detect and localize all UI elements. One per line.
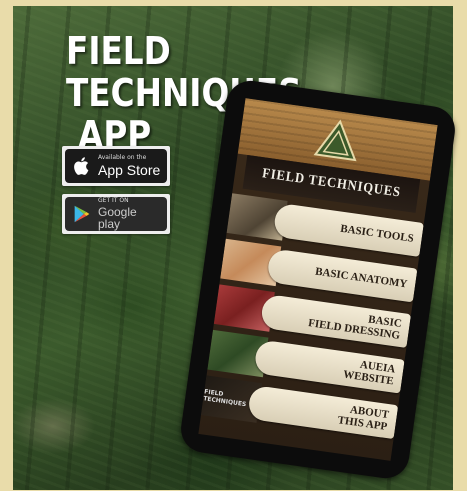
button-label: BASIC TOOLS — [339, 222, 415, 245]
google-play-badge-inner: GET IT ON Google play — [65, 197, 167, 231]
app-store-badge-inner: Available on the App Store — [65, 149, 167, 183]
apple-icon — [74, 157, 89, 175]
app-store-small-text: Available on the — [98, 154, 147, 161]
app-store-badge[interactable]: Available on the App Store — [62, 146, 170, 186]
triangle-logo-icon — [313, 119, 357, 162]
app-store-label: App Store — [98, 162, 161, 178]
play-triangle-icon — [74, 205, 90, 223]
google-play-small-text: GET IT ON — [98, 197, 129, 204]
phone-screen: FIELD TECHNIQUES BASIC TOOLS BASIC ANATO… — [198, 98, 438, 461]
app-menu: BASIC TOOLS BASIC ANATOMY BASIC FIELD DR… — [200, 187, 425, 442]
button-label: BASIC ANATOMY — [314, 265, 409, 291]
google-play-label: Google play — [98, 205, 137, 231]
page: FIELD TECHNIQUES APP Available on the Ap… — [0, 0, 467, 491]
google-play-badge[interactable]: GET IT ON Google play — [62, 194, 170, 234]
